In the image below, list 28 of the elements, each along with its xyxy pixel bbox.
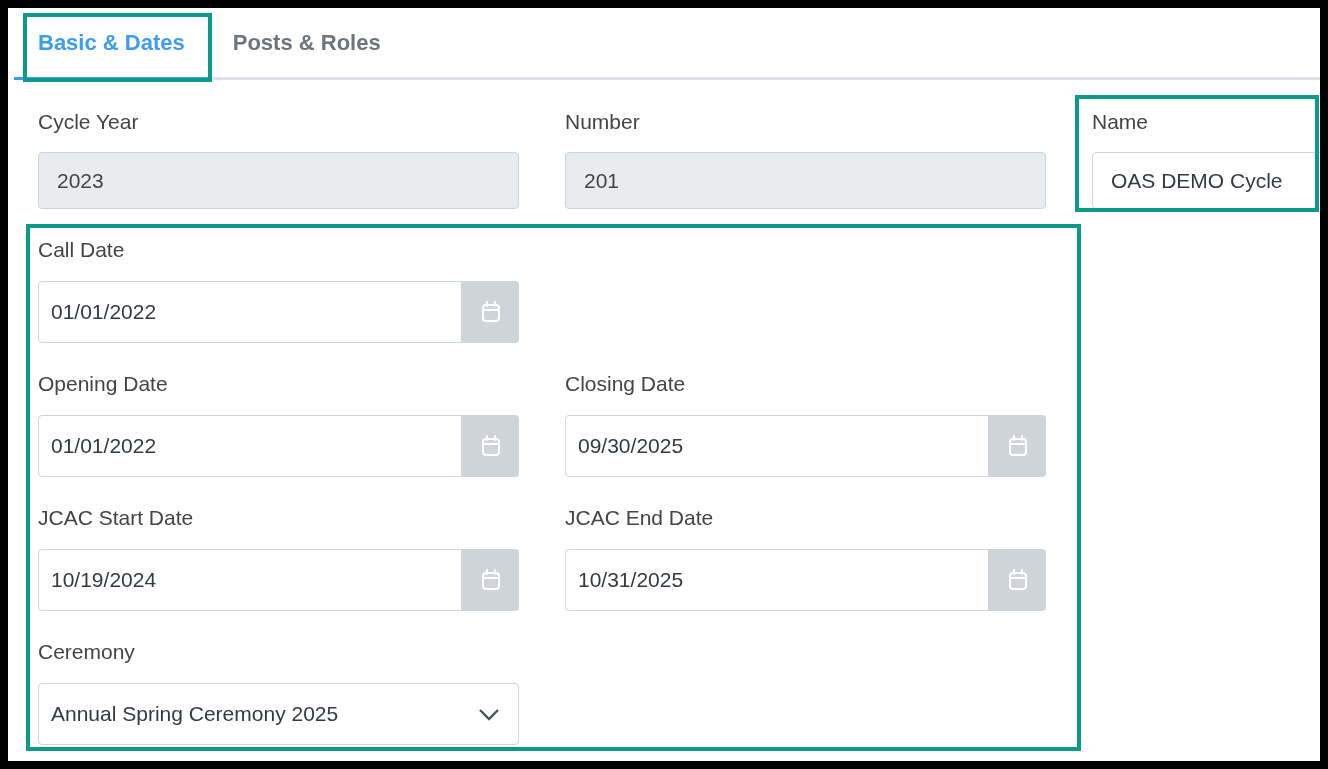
date-field[interactable]: 09/30/2025 [565,415,989,477]
tab[interactable]: Posts & Roles [208,8,405,80]
calendar-icon [480,435,501,457]
field-label: Call Date [38,237,126,263]
date-field[interactable]: 01/01/2022 [38,281,462,343]
calendar-icon [480,569,501,591]
field-label: JCAC End Date [565,505,715,531]
field-label: Cycle Year [38,109,140,135]
calendar-button[interactable] [462,549,519,611]
date-field[interactable]: 10/31/2025 [565,549,989,611]
date-field[interactable]: 10/19/2024 [38,549,462,611]
field-label: Name [1092,109,1150,135]
chevron-down-icon [478,707,500,721]
field-label: Closing Date [565,371,687,397]
calendar-button[interactable] [462,415,519,477]
select-field[interactable]: Annual Spring Ceremony 2025 [38,683,519,745]
field-label: JCAC Start Date [38,505,195,531]
field-label: Number [565,109,641,135]
calendar-button[interactable] [989,549,1046,611]
calendar-button[interactable] [989,415,1046,477]
calendar-button[interactable] [462,281,519,343]
calendar-icon [1007,435,1028,457]
input-field[interactable]: OAS DEMO Cycle [1092,152,1320,209]
date-field[interactable]: 01/01/2022 [38,415,462,477]
field-label: Opening Date [38,371,169,397]
field-label: Ceremony [38,639,136,665]
calendar-icon [1007,569,1028,591]
calendar-icon [480,301,501,323]
